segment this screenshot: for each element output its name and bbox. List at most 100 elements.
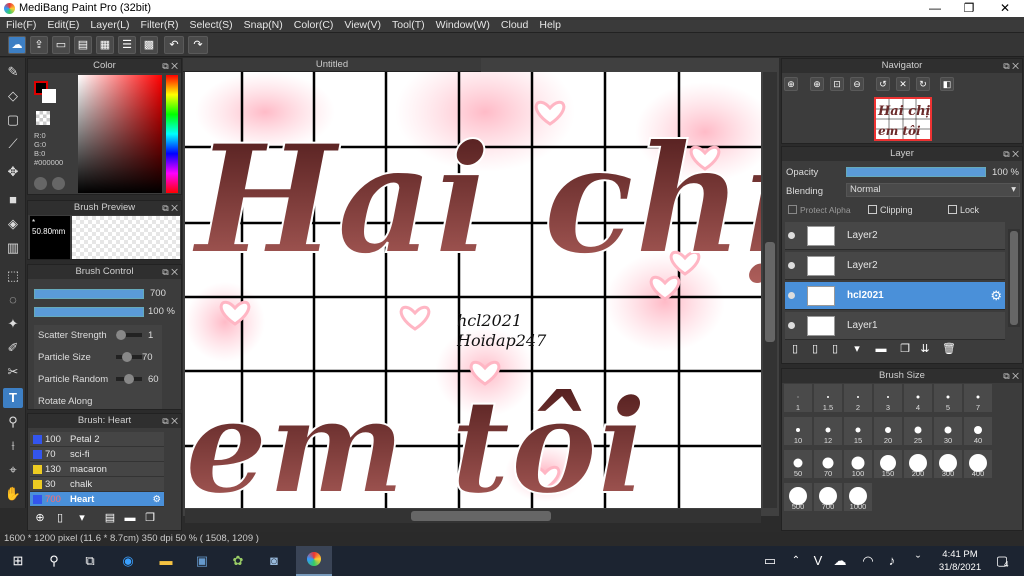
layer-scrollbar[interactable] <box>1008 229 1020 327</box>
layer-opacity-slider[interactable] <box>846 167 986 177</box>
brush-size-option[interactable]: 150 <box>874 450 902 478</box>
gear-icon[interactable]: ⚙ <box>152 492 161 507</box>
brush-menu-icon[interactable]: ▾ <box>72 509 92 527</box>
brush-item[interactable]: 70 sci-fi <box>30 447 164 462</box>
eyedropper-tool-icon[interactable]: ⌖ <box>3 460 23 480</box>
grid-icon[interactable]: ▩ <box>140 36 158 54</box>
panel-close-icon[interactable]: ⧉ ✕ <box>162 59 178 73</box>
wifi-icon[interactable]: ◠ <box>858 552 878 570</box>
menu-color[interactable]: Color(C) <box>288 17 339 33</box>
menu-edit[interactable]: Edit(E) <box>41 17 84 33</box>
brush-size-option[interactable]: 70 <box>814 450 842 478</box>
zoom-in-icon[interactable]: ⊕ <box>784 77 798 91</box>
operation-tool-icon[interactable]: ⚲ <box>3 412 23 432</box>
bucket-tool-icon[interactable]: ◈ <box>3 214 23 234</box>
lasso-tool-icon[interactable]: ◌ <box>3 290 23 310</box>
gradient-tool-icon[interactable]: ▥ <box>3 238 23 258</box>
notification-icon[interactable]: ▢ <box>992 552 1012 570</box>
folder-icon[interactable]: ▬ <box>871 340 891 358</box>
brush-size-option[interactable]: 5 <box>934 384 962 412</box>
comment-icon[interactable]: ▭ <box>52 36 70 54</box>
new-brush-icon[interactable]: ▯ <box>50 509 70 527</box>
tablet-icon[interactable]: ▭ <box>760 552 780 570</box>
menu-layer[interactable]: Layer(L) <box>84 17 134 33</box>
new-layer-1bit-icon[interactable]: ▯ <box>825 340 845 358</box>
store-icon[interactable]: ▣ <box>192 552 212 570</box>
color-picker-icon[interactable] <box>52 177 65 190</box>
camera-icon[interactable]: ◙ <box>264 552 284 570</box>
eye-icon[interactable] <box>788 262 795 269</box>
brush-size-option[interactable]: 20 <box>874 417 902 445</box>
magic-wand-tool-icon[interactable]: ✦ <box>3 314 23 334</box>
language-icon[interactable]: ˇ <box>908 552 928 570</box>
particle-size-slider[interactable] <box>116 352 142 362</box>
hue-slider[interactable] <box>166 75 178 193</box>
medibang-taskbar-button[interactable] <box>296 546 332 576</box>
layer-row[interactable]: Layer1 <box>785 312 1005 340</box>
lock-checkbox[interactable] <box>948 205 957 214</box>
brush-folder-icon[interactable]: ▬ <box>120 509 140 527</box>
menu-help[interactable]: Help <box>533 17 566 33</box>
menu-cloud[interactable]: Cloud <box>495 17 533 33</box>
chevron-up-icon[interactable]: ⌃ <box>786 552 806 570</box>
rectangle-tool-icon[interactable]: ▢ <box>3 110 23 130</box>
clock[interactable]: 4:41 PM 31/8/2021 <box>934 548 986 574</box>
brush-item[interactable]: 700 Heart ⚙ <box>30 492 164 507</box>
brush-size-option[interactable]: 500 <box>784 483 812 511</box>
rotate-right-icon[interactable]: ↻ <box>916 77 930 91</box>
horizontal-scrollbar[interactable] <box>185 509 761 523</box>
brush-size-option[interactable]: 25 <box>904 417 932 445</box>
brush-size-option[interactable]: 7 <box>964 384 992 412</box>
text-tool-icon[interactable]: T <box>3 388 23 408</box>
list-icon[interactable]: ☰ <box>118 36 136 54</box>
task-view-icon[interactable]: ⧉ <box>80 552 100 570</box>
zoom-in2-icon[interactable]: ⊕ <box>810 77 824 91</box>
particle-random-slider[interactable] <box>116 374 142 384</box>
fill-rect-tool-icon[interactable]: ■ <box>3 190 23 210</box>
layer-row[interactable]: Layer2 <box>785 252 1005 280</box>
vpn-icon[interactable]: V <box>808 552 828 570</box>
palette-icon[interactable] <box>34 177 47 190</box>
brush-size-option[interactable]: 12 <box>814 417 842 445</box>
brush-size-option[interactable]: 10 <box>784 417 812 445</box>
clipping-checkbox[interactable] <box>868 205 877 214</box>
brush-size-option[interactable]: 1000 <box>844 483 872 511</box>
move-tool-icon[interactable]: ✥ <box>3 162 23 182</box>
brush-size-option[interactable]: 300 <box>934 450 962 478</box>
select-tool-icon[interactable]: ⬚ <box>3 266 23 286</box>
select-pen-tool-icon[interactable]: ✐ <box>3 338 23 358</box>
brush-size-option[interactable]: 4 <box>904 384 932 412</box>
eye-icon[interactable] <box>788 322 795 329</box>
protect-alpha-checkbox[interactable] <box>788 205 797 214</box>
delete-layer-icon[interactable]: 🗑 <box>939 340 959 358</box>
layer-add-menu-icon[interactable]: ▾ <box>847 340 867 358</box>
volume-icon[interactable]: ♪ <box>882 552 902 570</box>
rotate-left-icon[interactable]: ↺ <box>876 77 890 91</box>
navigator-thumbnail[interactable]: Hai chị em tôi <box>874 97 932 141</box>
secondary-color-swatch[interactable] <box>42 89 56 103</box>
app-icon[interactable]: ✿ <box>228 552 248 570</box>
brush-size-slider[interactable] <box>34 289 144 299</box>
scatter-strength-slider[interactable] <box>116 330 142 340</box>
menu-filter[interactable]: Filter(R) <box>135 17 184 33</box>
search-icon[interactable]: ⚲ <box>44 552 64 570</box>
brush-size-option[interactable]: 200 <box>904 450 932 478</box>
menu-select[interactable]: Select(S) <box>183 17 237 33</box>
menu-window[interactable]: Window(W) <box>430 17 495 33</box>
brush-size-option[interactable]: 1.5 <box>814 384 842 412</box>
duplicate-layer-icon[interactable]: ❐ <box>895 340 915 358</box>
document-tab[interactable]: Untitled <box>183 58 481 72</box>
select-eraser-tool-icon[interactable]: ✂ <box>3 362 23 382</box>
brush-item[interactable]: 30 chalk <box>30 477 164 492</box>
add-brush-icon[interactable]: ⊕ <box>30 509 50 527</box>
brush-size-option[interactable]: 1 <box>784 384 812 412</box>
new-layer-8bit-icon[interactable]: ▯ <box>805 340 825 358</box>
brush-size-option[interactable]: 30 <box>934 417 962 445</box>
menu-snap[interactable]: Snap(N) <box>238 17 288 33</box>
layer-row[interactable]: Layer2 <box>785 222 1005 250</box>
brush-item[interactable]: 130 macaron <box>30 462 164 477</box>
brush-size-option[interactable]: 3 <box>874 384 902 412</box>
brush-size-option[interactable]: 100 <box>844 450 872 478</box>
brush-size-option[interactable]: 2 <box>844 384 872 412</box>
brush-item[interactable]: 100 Petal 2 <box>30 432 164 447</box>
